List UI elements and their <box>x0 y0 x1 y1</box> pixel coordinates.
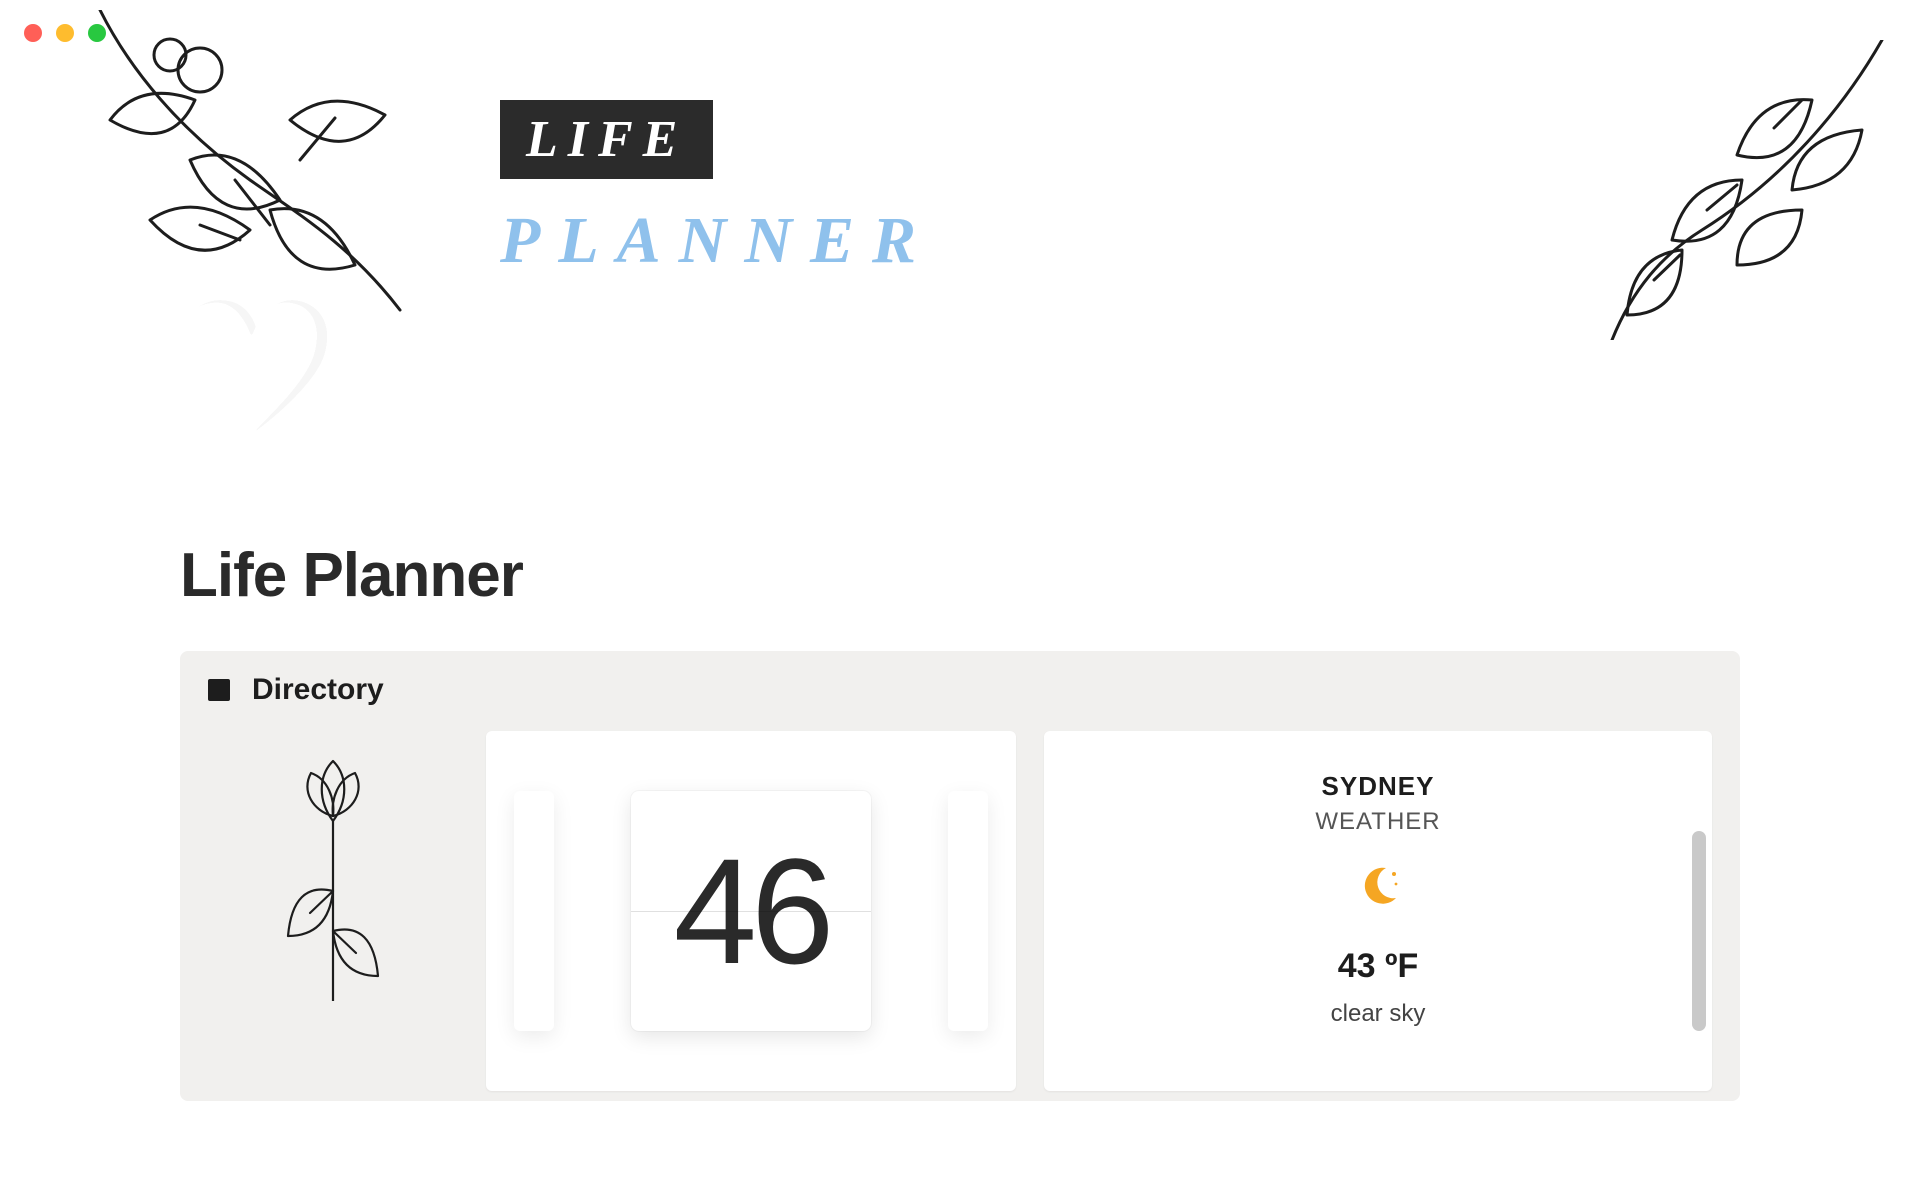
page-title[interactable]: Life Planner <box>180 540 1740 611</box>
cover-banner: LIFE PLANNER <box>500 100 934 279</box>
weather-temperature: 43 ºF <box>1338 947 1418 986</box>
callout-header: Directory <box>208 673 1712 707</box>
cover-banner-top: LIFE <box>500 100 713 179</box>
widget-row: 46 SYDNEY WEATHER 43 ºF clear sky <box>208 731 1712 1091</box>
leaf-right-illustration <box>1562 40 1902 340</box>
flip-clock-widget[interactable]: 46 <box>486 731 1016 1091</box>
weather-city: SYDNEY <box>1322 771 1435 802</box>
page-content: Life Planner Directory <box>0 540 1920 1101</box>
flip-clock-prev-panel <box>514 791 554 1031</box>
flower-icon <box>273 741 393 1001</box>
page-cover: LIFE PLANNER 🤍 <box>0 0 1920 330</box>
leaf-left-illustration <box>40 10 440 330</box>
black-square-icon <box>208 679 230 701</box>
moon-icon <box>1356 864 1400 919</box>
weather-description: clear sky <box>1331 1000 1426 1028</box>
weather-widget[interactable]: SYDNEY WEATHER 43 ºF clear sky <box>1044 731 1712 1091</box>
flip-clock-panel: 46 <box>631 791 871 1031</box>
weather-label: WEATHER <box>1315 808 1440 836</box>
flower-illustration-card <box>208 731 458 1091</box>
directory-callout: Directory <box>180 651 1740 1101</box>
cover-banner-bottom: PLANNER <box>500 203 934 279</box>
callout-title: Directory <box>252 673 384 707</box>
weather-scrollbar[interactable] <box>1692 831 1706 1031</box>
page-icon[interactable]: 🤍 <box>175 300 337 430</box>
flip-clock-next-panel <box>948 791 988 1031</box>
flip-clock-value: 46 <box>674 825 829 998</box>
